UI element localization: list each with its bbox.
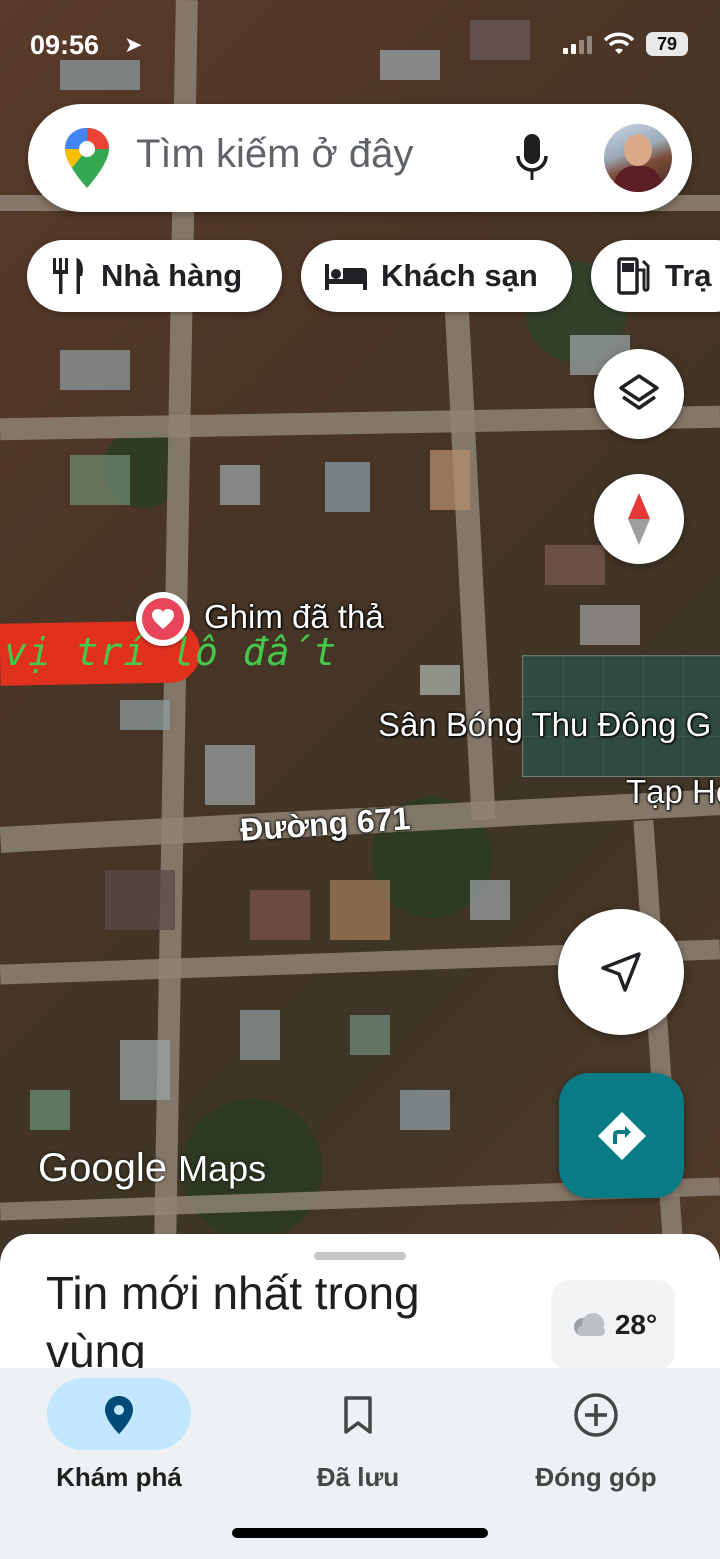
heart-icon bbox=[152, 609, 174, 629]
temperature: 28° bbox=[614, 1309, 658, 1340]
restaurant-icon bbox=[49, 256, 89, 296]
chip-restaurants[interactable]: Nhà hàng bbox=[27, 240, 282, 312]
search-input[interactable]: Tìm kiếm ở đây bbox=[136, 132, 413, 177]
explore-pin-icon bbox=[89, 1390, 149, 1440]
search-bar[interactable]: Tìm kiếm ở đây bbox=[28, 104, 692, 212]
dropped-pin[interactable] bbox=[136, 592, 190, 646]
gas-station-icon bbox=[613, 256, 653, 296]
home-indicator bbox=[232, 1528, 488, 1538]
nav-saved[interactable]: Đã lưu bbox=[258, 1378, 458, 1508]
watermark-google: Google bbox=[38, 1146, 167, 1190]
microphone-icon[interactable] bbox=[512, 130, 552, 186]
chip-gas-stations[interactable]: Trạ bbox=[591, 240, 720, 312]
sheet-title: Tin mới nhất trong vùng bbox=[46, 1267, 420, 1377]
cloud-icon bbox=[573, 1313, 605, 1336]
category-chips: Nhà hàng Khách sạn Trạ bbox=[0, 240, 720, 312]
add-circle-icon bbox=[566, 1390, 626, 1440]
nav-contribute[interactable]: Đóng góp bbox=[496, 1378, 696, 1508]
layers-icon bbox=[619, 374, 659, 410]
google-maps-logo-icon bbox=[65, 128, 109, 188]
my-location-button[interactable] bbox=[558, 909, 684, 1035]
google-maps-watermark: Google Maps bbox=[38, 1146, 266, 1191]
sheet-drag-handle[interactable] bbox=[314, 1252, 406, 1260]
nav-label: Khám phá bbox=[56, 1462, 182, 1492]
chip-label: Nhà hàng bbox=[101, 258, 243, 293]
signal-icon bbox=[563, 34, 592, 54]
location-arrow-icon: ➤ bbox=[124, 32, 143, 57]
pin-label[interactable]: Ghim đã thả bbox=[204, 598, 384, 636]
watermark-maps: Maps bbox=[178, 1148, 267, 1189]
directions-icon bbox=[597, 1111, 646, 1160]
bookmark-icon bbox=[328, 1390, 388, 1440]
profile-avatar[interactable] bbox=[604, 124, 672, 192]
chip-hotels[interactable]: Khách sạn bbox=[301, 240, 572, 312]
nav-label: Đã lưu bbox=[316, 1462, 400, 1492]
chip-label: Khách sạn bbox=[381, 258, 538, 293]
weather-chip[interactable]: 28° bbox=[551, 1280, 675, 1370]
clock: 09:56 bbox=[30, 30, 100, 60]
nav-explore[interactable]: Khám phá bbox=[19, 1378, 219, 1508]
navigation-arrow-icon bbox=[601, 952, 641, 992]
nav-label: Đóng góp bbox=[535, 1462, 657, 1492]
layers-button[interactable] bbox=[594, 349, 684, 439]
compass-button[interactable] bbox=[594, 474, 684, 564]
directions-button[interactable] bbox=[559, 1073, 684, 1198]
battery-indicator: 79 bbox=[646, 32, 688, 56]
chip-label: Trạ bbox=[665, 258, 712, 293]
place-label-football-field[interactable]: Sân Bóng Thu Đông G bbox=[378, 706, 711, 744]
status-bar: 09:56 ➤ 79 bbox=[0, 28, 720, 64]
compass-icon bbox=[628, 493, 650, 545]
hotel-icon bbox=[323, 256, 369, 296]
place-label-grocery[interactable]: Tạp Ho bbox=[626, 773, 720, 811]
wifi-icon bbox=[604, 32, 634, 54]
